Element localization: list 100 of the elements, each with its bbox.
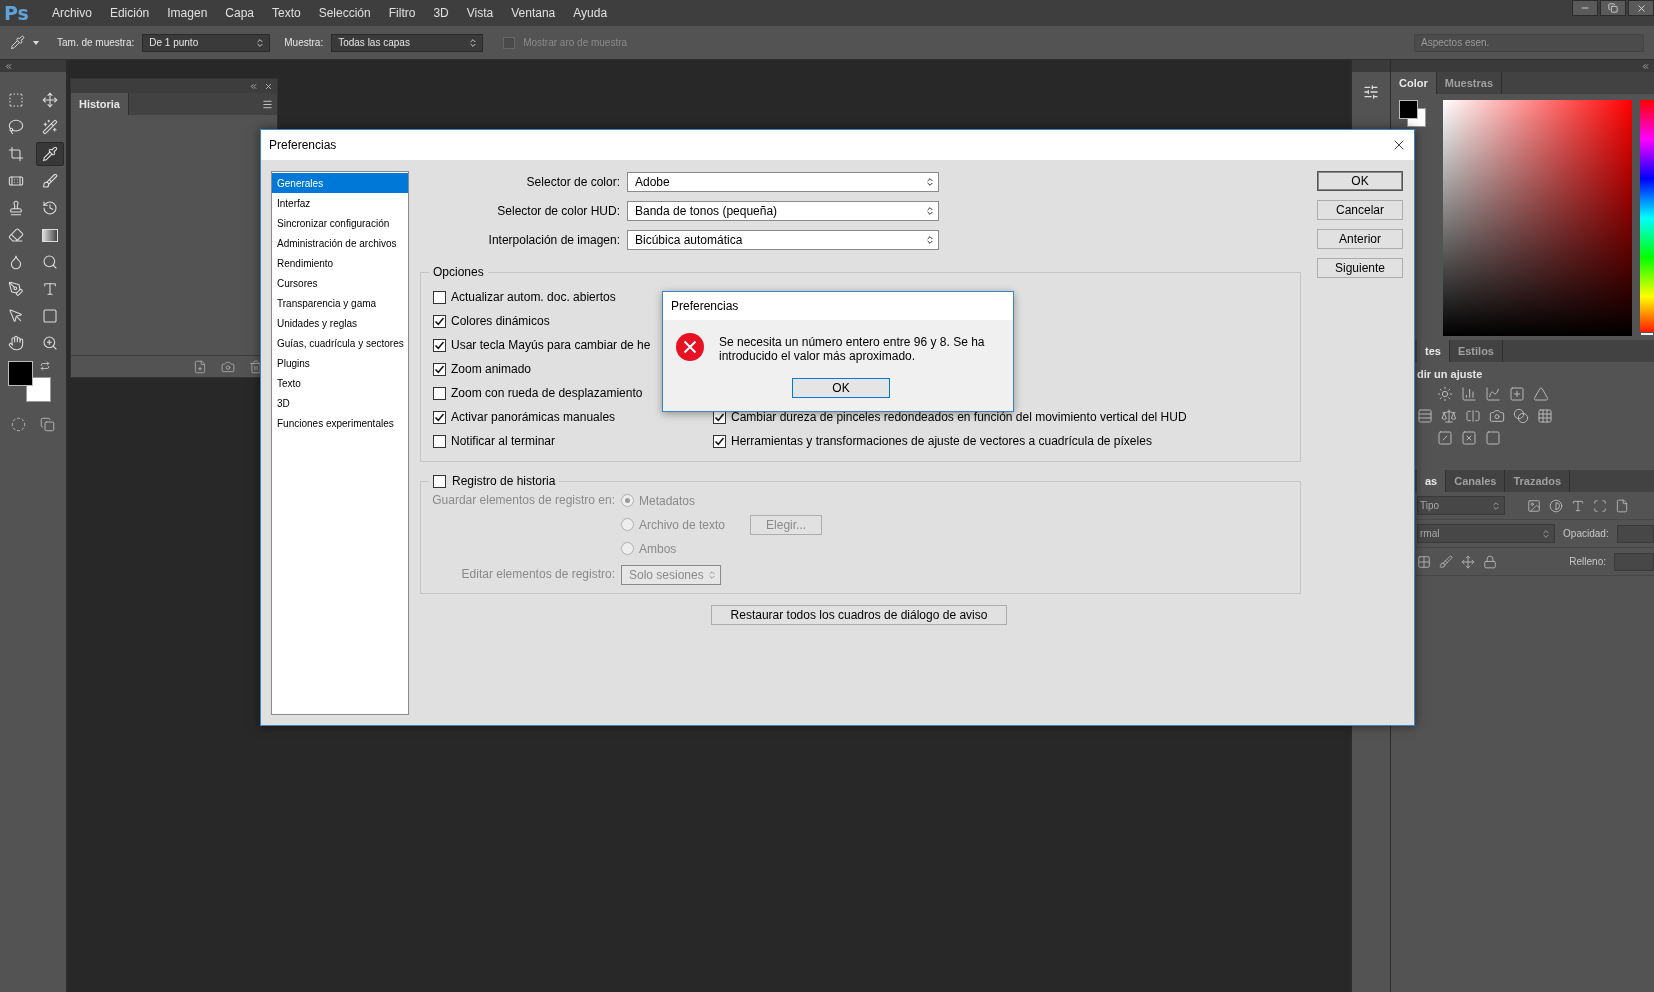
color-field[interactable] [1443,100,1632,336]
category-item[interactable]: 3D [272,393,408,413]
menu-item[interactable]: Capa [216,6,263,20]
slashed-square-icon[interactable] [1437,430,1453,446]
swap-icon[interactable] [40,361,50,371]
category-item[interactable]: Funciones experimentales [272,413,408,433]
opacity-field[interactable] [1616,524,1654,543]
category-item[interactable]: Interfaz [272,193,408,213]
category-item[interactable]: Transparencia y gama [272,293,408,313]
blend-mode-dropdown[interactable]: rmal [1417,524,1556,543]
dropdown[interactable]: Bicúbica automática [627,230,939,250]
image-icon[interactable] [1527,498,1541,513]
menu-item[interactable]: Archivo [42,6,101,20]
menu-item[interactable]: Ventana [502,6,565,20]
grid-icon[interactable] [1537,408,1553,424]
triangle-icon[interactable] [1533,386,1549,402]
dialog-button[interactable]: Siguiente [1317,258,1403,278]
sun-icon[interactable] [1437,386,1453,402]
dialog-button[interactable]: OK [1317,171,1403,191]
camera-icon[interactable] [1489,408,1505,424]
panel-tab[interactable]: Estilos [1449,340,1503,362]
menu-icon[interactable] [262,98,273,110]
category-item[interactable]: Guías, cuadrícula y sectores [272,333,408,353]
minimize-button[interactable] [1572,0,1598,16]
plus-square-icon[interactable] [1509,386,1525,402]
tool-button[interactable] [36,142,64,166]
camera-icon[interactable] [221,359,235,374]
dropdown[interactable]: Adobe [627,172,939,192]
scale-icon[interactable] [1441,408,1457,424]
checkbox[interactable] [433,314,446,328]
checker-icon[interactable] [1417,554,1431,569]
close-button[interactable] [1628,0,1654,16]
menu-item[interactable]: 3D [424,6,458,20]
filter-dropdown[interactable]: Tipo [1417,496,1505,515]
checkbox[interactable] [433,290,446,304]
sample-size-dropdown[interactable]: De 1 punto [142,33,271,52]
category-item[interactable]: Plugins [272,353,408,373]
checkbox[interactable] [433,434,446,448]
category-item[interactable]: Administración de archivos [272,233,408,253]
crossed-square-icon[interactable] [1461,430,1477,446]
panel-tab[interactable]: Canales [1446,470,1506,492]
square-icon[interactable] [1485,430,1501,446]
rows-icon[interactable] [1417,408,1433,424]
checkbox[interactable] [433,338,446,352]
eyedropper-icon[interactable] [10,35,25,50]
frame-icon[interactable] [1593,498,1607,513]
circles-icon[interactable] [1513,408,1529,424]
panel-tab[interactable]: tes [1417,340,1450,362]
color-swatches-icon[interactable] [8,361,52,403]
checkbox[interactable] [713,434,726,448]
category-item[interactable]: Sincronizar configuración [272,213,408,233]
collapse-icon[interactable] [4,61,13,71]
ok-button[interactable]: OK [792,378,890,398]
type-icon[interactable] [1571,498,1585,513]
restore-button[interactable]: Restaurar todos los cuadros de diálogo de aviso [711,605,1007,625]
brush-icon[interactable] [1439,554,1453,569]
new-document-icon[interactable] [193,359,207,374]
panel-tab[interactable]: Muestras [1436,72,1503,94]
checkbox[interactable] [433,386,446,400]
trash-icon[interactable] [249,359,263,374]
dropdown[interactable]: Banda de tonos (pequeña) [627,201,939,221]
restore-button[interactable] [1600,0,1626,16]
dialog-button[interactable]: Cancelar [1317,200,1403,220]
menu-item[interactable]: Selección [309,6,380,20]
collapse-icon[interactable] [249,81,258,91]
panel-tab[interactable]: Historia [71,93,129,115]
menu-item[interactable]: Vista [457,6,503,20]
checkbox[interactable] [433,410,446,424]
screens-icon[interactable] [40,417,55,432]
move-icon[interactable] [1461,554,1475,569]
checkbox[interactable] [433,362,446,376]
caret-icon[interactable] [33,40,39,45]
checkbox[interactable] [503,36,516,49]
category-item[interactable]: Generales [272,173,408,193]
menu-item[interactable]: Imagen [158,6,217,20]
category-item[interactable]: Rendimiento [272,253,408,273]
curve-icon[interactable] [1485,386,1501,402]
menu-item[interactable]: Texto [263,6,310,20]
fill-field[interactable] [1614,552,1654,571]
menu-item[interactable]: Filtro [379,6,425,20]
close-icon[interactable] [264,81,273,91]
sliders-icon[interactable] [1363,84,1379,100]
category-item[interactable]: Texto [272,373,408,393]
split-square-icon[interactable] [1465,408,1481,424]
dialog-button[interactable]: Anterior [1317,229,1403,249]
sample-dropdown[interactable]: Todas las capas [331,33,484,52]
category-item[interactable]: Cursores [272,273,408,293]
half-circle-icon[interactable] [1549,498,1563,513]
panel-tab[interactable]: as [1417,470,1447,492]
dashed-circle-icon[interactable] [11,417,26,432]
lock-icon[interactable] [1483,554,1497,569]
hue-slider[interactable] [1640,100,1654,336]
histogram-icon[interactable] [1461,386,1477,402]
menu-item[interactable]: Ayuda [564,6,617,20]
hue-slider-thumb[interactable] [1640,332,1654,336]
color-swatches-icon[interactable] [1399,100,1427,128]
category-item[interactable]: Unidades y reglas [272,313,408,333]
collapse-icon[interactable] [1641,61,1650,71]
file-icon[interactable] [1615,498,1629,513]
panel-tab[interactable]: Color [1391,72,1437,94]
